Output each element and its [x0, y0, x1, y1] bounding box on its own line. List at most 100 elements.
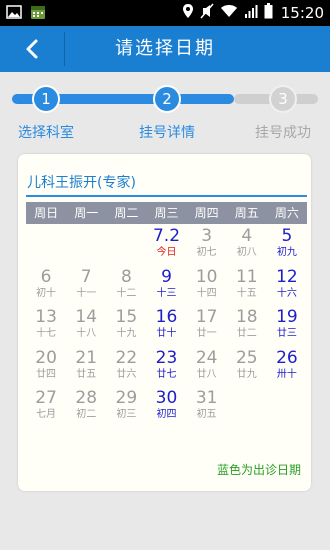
day-number: 30	[155, 388, 178, 408]
day-number: 17	[195, 307, 218, 327]
calendar-app-icon	[30, 4, 46, 24]
calendar-day-cell: 24 廿八	[187, 346, 227, 387]
calendar-day-cell[interactable]: 5 初九	[267, 224, 307, 265]
calendar-day-cell: 25 廿九	[227, 346, 267, 387]
day-number: 20	[35, 347, 57, 368]
chevron-left-icon	[26, 39, 38, 59]
calendar-day-cell: 6 初十	[26, 265, 66, 306]
lunar-date: 初三	[116, 409, 137, 420]
doctor-name: 儿科王振开(专家)	[27, 175, 136, 191]
day-number: 25	[235, 347, 258, 368]
calendar-day-cell[interactable]: 9 十三	[146, 265, 186, 306]
day-number: 23	[155, 347, 178, 368]
step-3-label: 挂号成功	[255, 125, 311, 141]
day-number: 12	[276, 266, 298, 287]
calendar-day-cell: 7 十一	[66, 265, 106, 306]
lunar-date: 十七	[36, 328, 57, 339]
calendar-day-cell: 11 十五	[227, 265, 267, 306]
calendar-day-cell[interactable]: 30 初四	[146, 386, 186, 427]
day-number: 13	[35, 307, 57, 327]
weekday-mon: 周一	[74, 206, 99, 220]
weekday-sun: 周日	[34, 206, 59, 220]
calendar-day-cell[interactable]: 23 廿七	[146, 346, 186, 387]
lunar-date: 廿九	[236, 368, 257, 380]
calendar-day-cell[interactable]: 19 廿三	[267, 305, 307, 346]
calendar-day-cell: 10 十四	[187, 265, 227, 306]
lunar-date: 初七	[196, 247, 217, 258]
weekday-thu: 周四	[194, 206, 219, 220]
lunar-date: 初九	[276, 247, 297, 258]
lunar-date: 廿一	[196, 328, 217, 339]
day-number: 16	[155, 307, 178, 327]
lunar-date: 十八	[76, 328, 97, 339]
day-number: 5	[281, 226, 293, 246]
day-number: 22	[115, 347, 138, 368]
lunar-date: 廿四	[36, 368, 57, 380]
calendar-empty-cell	[26, 224, 66, 265]
step-2-circle: 2	[153, 85, 181, 113]
calendar-day-cell: 27 七月	[26, 386, 66, 427]
day-number: 7	[80, 266, 92, 287]
calendar-day-cell: 3 初七	[187, 224, 227, 265]
title-bar: 请选择日期	[0, 26, 330, 72]
lunar-date: 廿三	[276, 328, 297, 339]
legend-note: 蓝色为出诊日期	[216, 463, 301, 477]
day-number: 7.2	[152, 226, 181, 246]
battery-icon	[264, 3, 273, 23]
calendar-day-cell: 28 初二	[66, 386, 106, 427]
day-number: 28	[75, 388, 98, 408]
calendar-day-cell: 22 廿六	[106, 346, 146, 387]
day-number: 3	[201, 226, 213, 246]
lunar-date: 十五	[236, 287, 257, 299]
day-number: 14	[75, 307, 98, 327]
step-2-label: 挂号详情	[139, 125, 195, 141]
calendar-day-cell: 15 十九	[106, 305, 146, 346]
calendar-day-cell[interactable]: 7.2 今日	[146, 224, 186, 265]
lunar-date: 廿五	[76, 368, 97, 380]
lunar-date: 卅十	[276, 368, 297, 380]
back-button[interactable]	[0, 26, 64, 72]
calendar-day-cell: 18 廿二	[227, 305, 267, 346]
lunar-date: 廿七	[156, 368, 177, 380]
lunar-date: 十三	[156, 287, 177, 299]
day-number: 29	[115, 388, 138, 408]
calendar-day-cell: 29 初三	[106, 386, 146, 427]
lunar-date: 廿八	[196, 368, 217, 380]
day-number: 24	[195, 347, 218, 368]
location-icon	[182, 3, 194, 23]
calendar-day-cell: 8 十二	[106, 265, 146, 306]
calendar-day-cell: 21 廿五	[66, 346, 106, 387]
weekday-tue: 周二	[114, 206, 139, 220]
calendar-day-cell: 4 初八	[227, 224, 267, 265]
calendar-day-cell[interactable]: 12 十六	[267, 265, 307, 306]
lunar-date: 初十	[36, 287, 57, 299]
lunar-date: 廿六	[116, 368, 137, 380]
status-bar: 15:20	[0, 0, 330, 26]
lunar-date: 十二	[116, 287, 137, 299]
weekday-sat: 周六	[274, 206, 299, 220]
day-number: 21	[75, 347, 98, 368]
signal-icon	[244, 3, 258, 23]
calendar-day-cell: 17 廿一	[187, 305, 227, 346]
lunar-date: 初八	[236, 247, 257, 258]
header-divider	[64, 32, 65, 66]
lunar-date: 十六	[276, 287, 297, 299]
lunar-date: 今日	[156, 247, 177, 258]
lunar-date: 十一	[76, 287, 97, 299]
lunar-date: 廿十	[156, 328, 177, 339]
step-1-label: 选择科室	[18, 125, 74, 141]
step-3-circle: 3	[269, 85, 297, 113]
lunar-date: 初二	[76, 409, 97, 420]
calendar-day-cell[interactable]: 16 廿十	[146, 305, 186, 346]
day-number: 8	[120, 266, 132, 287]
day-number: 4	[241, 226, 253, 246]
calendar-day-cell: 31 初五	[187, 386, 227, 427]
lunar-date: 七月	[36, 409, 57, 420]
day-number: 10	[195, 266, 218, 287]
day-number: 19	[276, 307, 298, 327]
calendar-day-cell: 14 十八	[66, 305, 106, 346]
mute-icon	[200, 3, 214, 23]
day-number: 15	[115, 307, 138, 327]
day-number: 27	[35, 388, 57, 408]
calendar-day-cell[interactable]: 26 卅十	[267, 346, 307, 387]
